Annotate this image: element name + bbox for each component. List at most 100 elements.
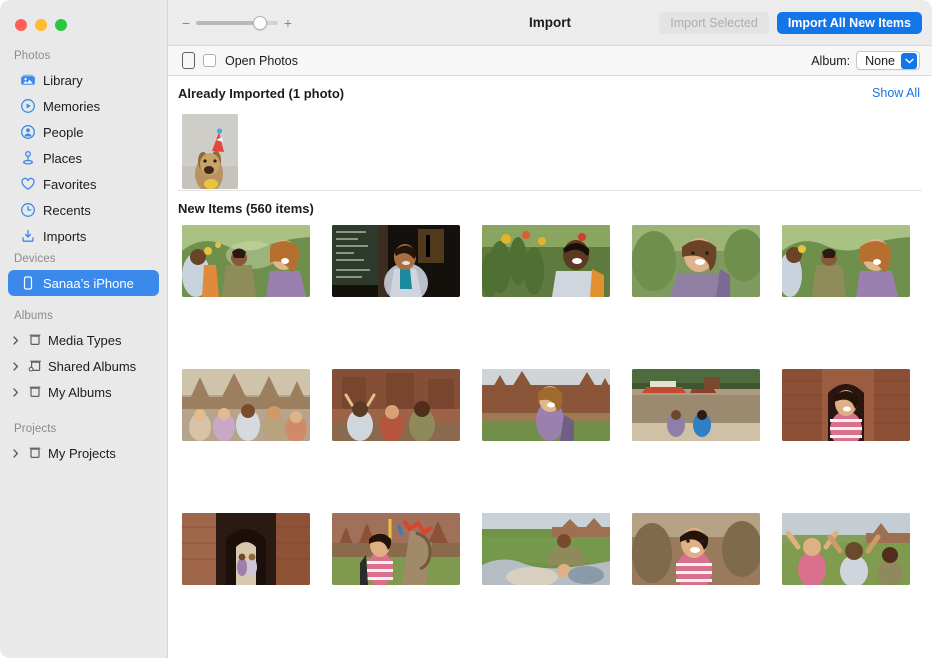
photo-thumbnail[interactable] — [782, 369, 910, 441]
main-area: − + Import Import Selected Import All Ne… — [168, 0, 932, 658]
minimize-button[interactable] — [35, 19, 47, 31]
photo-cell[interactable] — [332, 513, 460, 585]
imports-icon — [20, 228, 36, 244]
sidebar-item-label: Imports — [43, 229, 86, 244]
sidebar-item-places[interactable]: Places — [8, 145, 159, 171]
zoom-slider-fill — [196, 21, 260, 25]
photo-thumbnail[interactable] — [482, 513, 610, 585]
sidebar-group-devices-title: Devices — [0, 249, 167, 270]
photo-cell[interactable] — [632, 513, 760, 585]
sidebar-group-projects-title: Projects — [0, 419, 167, 440]
sidebar-item-label: Media Types — [48, 333, 121, 348]
subtoolbar: Open Photos Album: None — [168, 46, 932, 76]
photo-thumbnail[interactable] — [332, 369, 460, 441]
open-photos-checkbox[interactable] — [203, 54, 216, 67]
sidebar-item-media-types[interactable]: Media Types — [8, 327, 159, 353]
chevron-right-icon[interactable] — [10, 336, 22, 345]
photo-thumbnail[interactable] — [332, 513, 460, 585]
photo-cell[interactable] — [632, 225, 760, 297]
sidebar-item-label: People — [43, 125, 83, 140]
album-dropdown[interactable]: None — [856, 51, 920, 70]
zoom-in-icon[interactable]: + — [284, 16, 292, 30]
album-label: Album: — [811, 54, 850, 68]
sidebar-item-label: Sanaa’s iPhone — [43, 276, 134, 291]
photo-grid-row — [168, 369, 932, 441]
already-imported-grid — [168, 110, 932, 190]
iphone-icon — [20, 275, 36, 291]
sidebar-item-label: Shared Albums — [48, 359, 136, 374]
sidebar-item-library[interactable]: Library — [8, 67, 159, 93]
album-icon — [27, 384, 43, 400]
chevron-right-icon[interactable] — [10, 388, 22, 397]
photo-thumbnail[interactable] — [632, 369, 760, 441]
photo-thumbnail[interactable] — [182, 369, 310, 441]
photo-cell[interactable] — [782, 369, 910, 441]
sidebar-item-label: Places — [43, 151, 82, 166]
photo-thumbnail[interactable] — [182, 513, 310, 585]
photo-thumbnail[interactable] — [482, 369, 610, 441]
photo-cell[interactable] — [332, 225, 460, 297]
photo-thumbnail[interactable] — [332, 225, 460, 297]
photo-grid-row — [168, 513, 932, 585]
zoom-button[interactable] — [55, 19, 67, 31]
places-icon — [20, 150, 36, 166]
import-all-new-items-button[interactable]: Import All New Items — [777, 12, 922, 34]
heart-icon — [20, 176, 36, 192]
photo-cell[interactable] — [182, 513, 310, 585]
import-content[interactable]: Already Imported (1 photo) Show All — [168, 76, 932, 658]
album-icon — [27, 445, 43, 461]
photos-import-window: Photos Library Memories People Places — [0, 0, 932, 658]
show-all-link[interactable]: Show All — [872, 86, 920, 100]
sidebar-item-people[interactable]: People — [8, 119, 159, 145]
sidebar-item-my-albums[interactable]: My Albums — [8, 379, 159, 405]
photo-cell[interactable] — [632, 369, 760, 441]
photo-cell[interactable] — [332, 369, 460, 441]
import-selected-button[interactable]: Import Selected — [659, 12, 769, 34]
photo-cell[interactable] — [182, 225, 310, 297]
photo-thumbnail[interactable] — [782, 225, 910, 297]
titlebar: − + Import Import Selected Import All Ne… — [168, 0, 932, 46]
sidebar-item-label: Library — [43, 73, 83, 88]
sidebar-item-favorites[interactable]: Favorites — [8, 171, 159, 197]
zoom-slider[interactable]: − + — [182, 16, 292, 30]
sidebar: Photos Library Memories People Places — [0, 0, 168, 658]
chevron-down-icon[interactable] — [901, 53, 917, 69]
sidebar-group-albums-title: Albums — [0, 306, 167, 327]
sidebar-item-sanaas-iphone[interactable]: Sanaa’s iPhone — [8, 270, 159, 296]
sidebar-item-memories[interactable]: Memories — [8, 93, 159, 119]
photo-thumbnail[interactable] — [632, 513, 760, 585]
sidebar-item-recents[interactable]: Recents — [8, 197, 159, 223]
memories-icon — [20, 98, 36, 114]
new-items-header: New Items (560 items) — [168, 191, 932, 225]
album-area: Album: None — [811, 51, 920, 70]
photo-thumbnail[interactable] — [482, 225, 610, 297]
new-items-heading: New Items (560 items) — [178, 201, 314, 216]
window-controls — [0, 0, 167, 46]
iphone-icon — [182, 52, 195, 69]
photo-thumbnail[interactable] — [182, 225, 310, 297]
photo-thumbnail[interactable] — [182, 114, 238, 189]
zoom-slider-track[interactable] — [196, 21, 278, 25]
album-selected-value: None — [865, 54, 895, 68]
close-button[interactable] — [15, 19, 27, 31]
sidebar-item-shared-albums[interactable]: Shared Albums — [8, 353, 159, 379]
sidebar-item-label: My Projects — [48, 446, 116, 461]
photo-cell[interactable] — [482, 513, 610, 585]
chevron-right-icon[interactable] — [10, 449, 22, 458]
sidebar-item-my-projects[interactable]: My Projects — [8, 440, 159, 466]
zoom-out-icon[interactable]: − — [182, 16, 190, 30]
photo-cell[interactable] — [782, 513, 910, 585]
already-imported-header: Already Imported (1 photo) Show All — [168, 76, 932, 110]
photo-thumbnail[interactable] — [632, 225, 760, 297]
sidebar-item-label: My Albums — [48, 385, 112, 400]
photo-thumbnail[interactable] — [782, 513, 910, 585]
photo-cell[interactable] — [782, 225, 910, 297]
album-icon — [27, 332, 43, 348]
photo-cell[interactable] — [182, 369, 310, 441]
photo-cell[interactable] — [482, 225, 610, 297]
chevron-right-icon[interactable] — [10, 362, 22, 371]
photo-cell[interactable] — [482, 369, 610, 441]
shared-album-icon — [27, 358, 43, 374]
sidebar-item-imports[interactable]: Imports — [8, 223, 159, 249]
zoom-slider-thumb[interactable] — [253, 16, 267, 30]
